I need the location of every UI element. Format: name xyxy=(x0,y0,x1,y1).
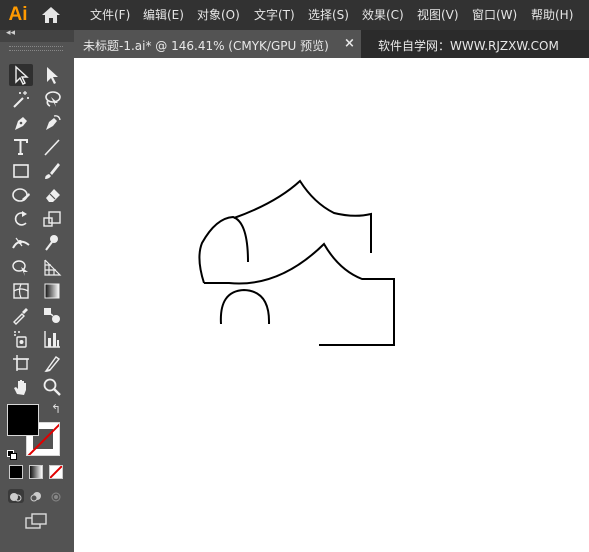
column-graph-tool-icon[interactable] xyxy=(40,328,64,350)
rectangle-tool-icon[interactable] xyxy=(9,160,33,182)
artwork-top-curve xyxy=(233,179,372,253)
hand-tool-icon[interactable] xyxy=(9,376,33,398)
scale-tool-icon[interactable] xyxy=(40,208,64,230)
blend-tool-icon[interactable] xyxy=(40,304,64,326)
none-slash-icon xyxy=(50,466,62,478)
draw-behind-icon[interactable] xyxy=(28,489,44,503)
slice-tool-icon[interactable] xyxy=(40,352,64,374)
swap-fill-stroke-icon[interactable]: ↰ xyxy=(51,402,61,416)
curvature-tool-icon[interactable] xyxy=(40,112,64,134)
menu-bar: Ai 文件(F) 编辑(E) 对象(O) 文字(T) 选择(S) 效果(C) 视… xyxy=(0,0,589,30)
tools-panel-header: ◂◂ xyxy=(0,28,74,42)
menu-view[interactable]: 视图(V) xyxy=(417,7,459,23)
menu-effect[interactable]: 效果(C) xyxy=(362,7,404,23)
fill-swatch[interactable] xyxy=(7,404,39,436)
none-mode-button[interactable] xyxy=(49,465,63,479)
home-icon[interactable] xyxy=(40,5,62,25)
gradient-tool-icon[interactable] xyxy=(40,280,64,302)
menu-file[interactable]: 文件(F) xyxy=(90,7,130,23)
artboard-canvas[interactable] xyxy=(74,58,589,552)
menu-object[interactable]: 对象(O) xyxy=(197,7,240,23)
draw-inside-icon[interactable] xyxy=(48,489,64,503)
document-tab[interactable]: 未标题-1.ai* @ 146.41% (CMYK/GPU 预览) × xyxy=(74,30,361,58)
artboard-tool-icon[interactable] xyxy=(9,352,33,374)
document-tab-title: 未标题-1.ai* @ 146.41% (CMYK/GPU 预览) xyxy=(83,39,329,53)
close-icon[interactable]: × xyxy=(344,36,355,51)
artwork xyxy=(198,179,395,346)
watermark-text: 软件自学网：WWW.RJZXW.COM xyxy=(378,39,559,53)
shaper-tool-icon[interactable] xyxy=(9,184,33,206)
eraser-tool-icon[interactable] xyxy=(40,184,64,206)
lasso-tool-icon[interactable] xyxy=(40,88,64,110)
puppet-warp-tool-icon[interactable] xyxy=(40,232,64,254)
selection-tool-icon[interactable] xyxy=(9,64,33,86)
width-tool-icon[interactable] xyxy=(9,232,33,254)
perspective-grid-tool-icon[interactable] xyxy=(40,256,64,278)
screen-mode-icon[interactable] xyxy=(24,512,48,532)
line-segment-tool-icon[interactable] xyxy=(40,136,64,158)
panel-grip[interactable] xyxy=(9,46,63,51)
artwork-left-arch xyxy=(198,215,249,284)
collapse-panel-icon[interactable]: ◂◂ xyxy=(6,28,15,38)
menu-type[interactable]: 文字(T) xyxy=(254,7,295,23)
symbol-sprayer-tool-icon[interactable] xyxy=(9,328,33,350)
menu-window[interactable]: 窗口(W) xyxy=(472,7,517,23)
artwork-small-arch xyxy=(219,288,271,325)
eyedropper-tool-icon[interactable] xyxy=(9,304,33,326)
zoom-tool-icon[interactable] xyxy=(40,376,64,398)
app-logo: Ai xyxy=(8,4,28,25)
pen-tool-icon[interactable] xyxy=(9,112,33,134)
draw-normal-icon[interactable] xyxy=(8,489,24,503)
mesh-tool-icon[interactable] xyxy=(9,280,33,302)
shape-builder-tool-icon[interactable] xyxy=(9,256,33,278)
rotate-tool-icon[interactable] xyxy=(9,208,33,230)
artwork-middle-curve xyxy=(204,242,395,346)
gradient-mode-button[interactable] xyxy=(29,465,43,479)
color-mode-button[interactable] xyxy=(9,465,23,479)
magic-wand-tool-icon[interactable] xyxy=(9,88,33,110)
menu-help[interactable]: 帮助(H) xyxy=(531,7,573,23)
paintbrush-tool-icon[interactable] xyxy=(40,160,64,182)
default-fill-stroke-icon[interactable] xyxy=(7,445,17,460)
document-tab-bar: 未标题-1.ai* @ 146.41% (CMYK/GPU 预览) × 软件自学… xyxy=(74,30,589,58)
menu-edit[interactable]: 编辑(E) xyxy=(143,7,184,23)
direct-selection-tool-icon[interactable] xyxy=(40,64,64,86)
menu-select[interactable]: 选择(S) xyxy=(308,7,349,23)
type-tool-icon[interactable] xyxy=(9,136,33,158)
